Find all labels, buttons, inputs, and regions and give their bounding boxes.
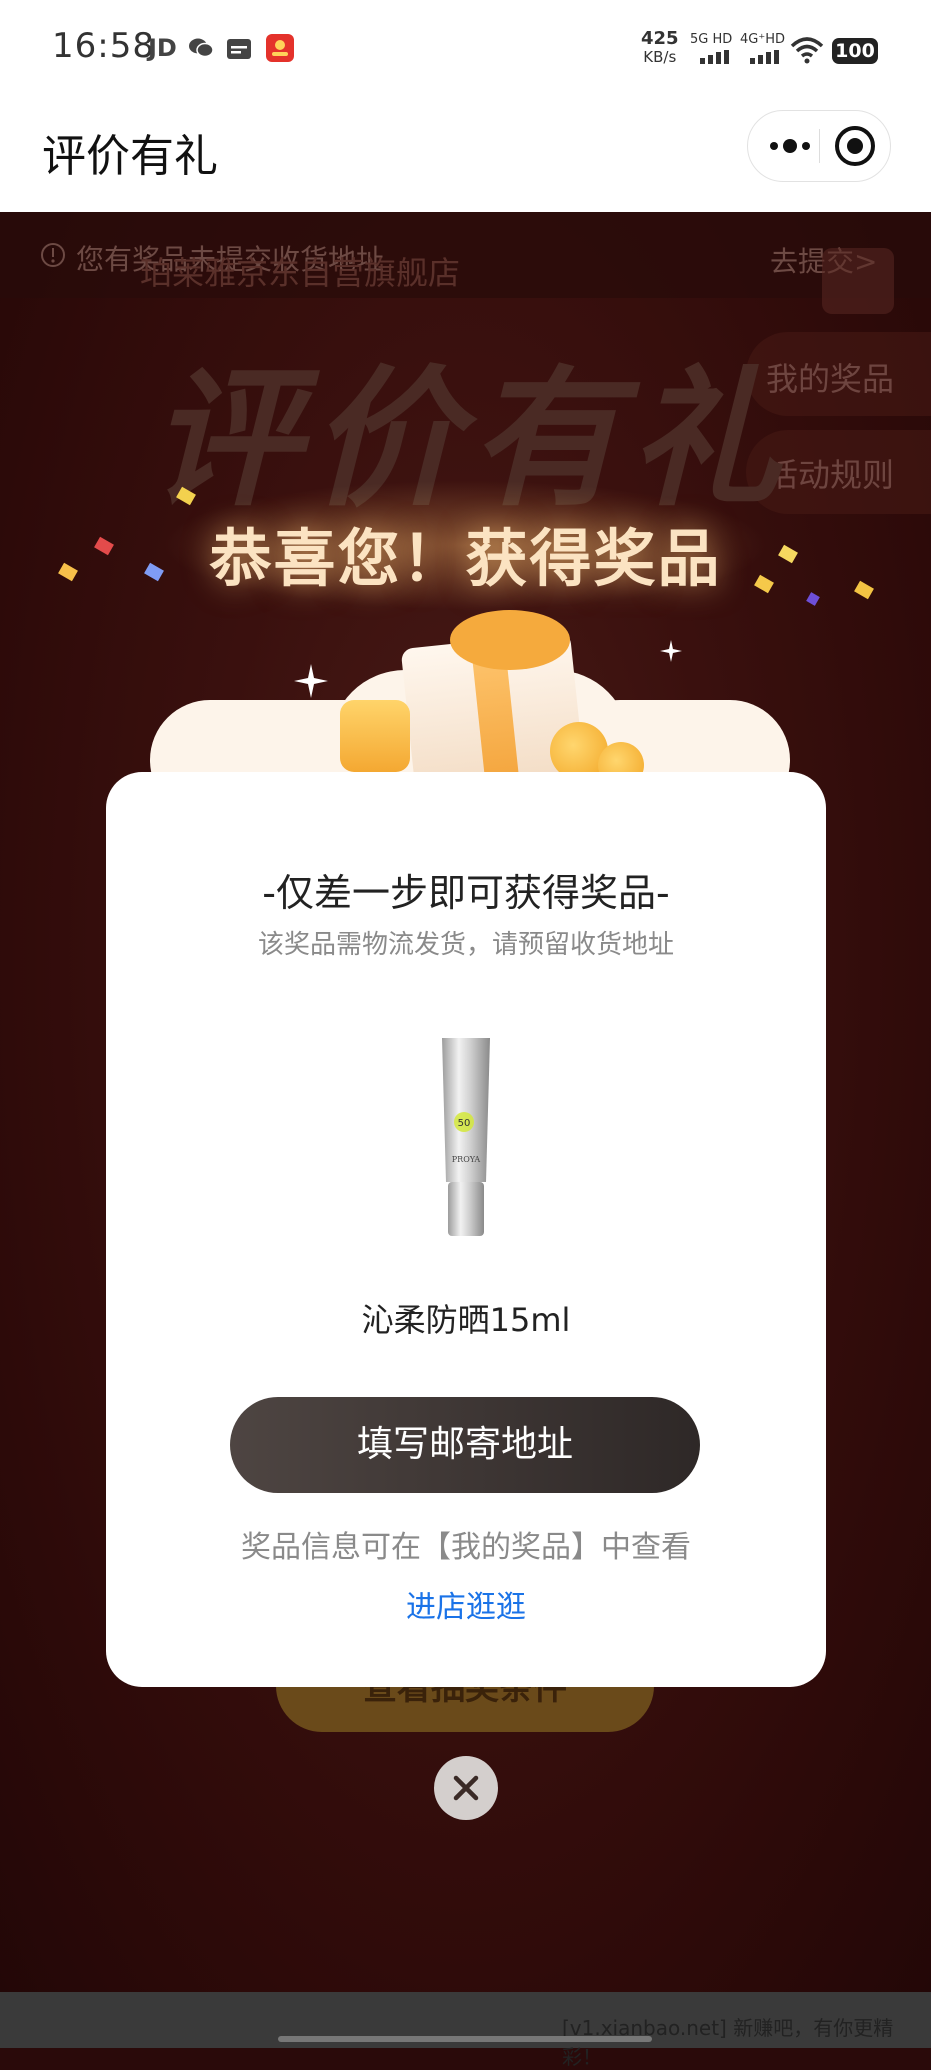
jd-icon: JD [148,34,177,62]
modal-subtitle: 该奖品需物流发货，请预留收货地址 [257,930,674,960]
product-brand-label: PROYA [452,1155,481,1164]
wifi-icon [790,37,824,64]
calendar-icon [227,39,251,59]
network-speed: 425 KB/s [641,28,679,67]
modal-title: -仅差一步即可获得奖品- [262,871,670,915]
page-title: 评价有礼 [42,131,218,182]
battery-icon: 100 [832,38,878,64]
sim1-label: 5G HD [690,32,733,47]
fill-address-button[interactable]: 填写邮寄地址 [230,1397,700,1493]
close-mini-program-icon[interactable] [834,125,876,167]
close-icon [453,1775,479,1801]
more-icon[interactable] [762,111,818,181]
capsule-divider [819,129,820,163]
product-spf-label: 50 [458,1118,471,1129]
info-icon [41,243,65,267]
nav-bar: 评价有礼 [0,90,931,212]
status-time: 16:58 [52,26,155,66]
prize-modal: -仅差一步即可获得奖品- 该奖品需物流发货，请预留收货地址 50 PROYA 沁… [106,772,826,1687]
sim2-signal-icon [750,50,779,64]
gift-pouch-illustration [340,700,410,772]
sparkle-icon [660,640,682,662]
product-image: 50 PROYA [442,1038,490,1236]
close-modal-button[interactable] [434,1756,498,1820]
product-name: 沁柔防晒15ml [361,1301,571,1339]
share-icon[interactable] [822,248,894,314]
home-indicator[interactable] [278,2036,652,2042]
gift-bow [450,610,570,670]
store-name: 珀莱雅京东自营旗舰店 [140,254,461,292]
status-bar: 16:58 JD 425 KB/s 5G HD 4G⁺HD 100 [0,0,931,90]
mini-program-capsule [747,110,891,182]
sparkle-icon [294,664,328,698]
wechat-icon [189,38,214,58]
visit-store-link[interactable]: 进店逛逛 [106,1582,826,1626]
sim2-label: 4G⁺HD [740,32,785,47]
prize-info-hint: 奖品信息可在【我的奖品】中查看 [241,1530,691,1565]
app-notification-icon [266,34,294,62]
sim1-signal-icon [700,50,729,64]
